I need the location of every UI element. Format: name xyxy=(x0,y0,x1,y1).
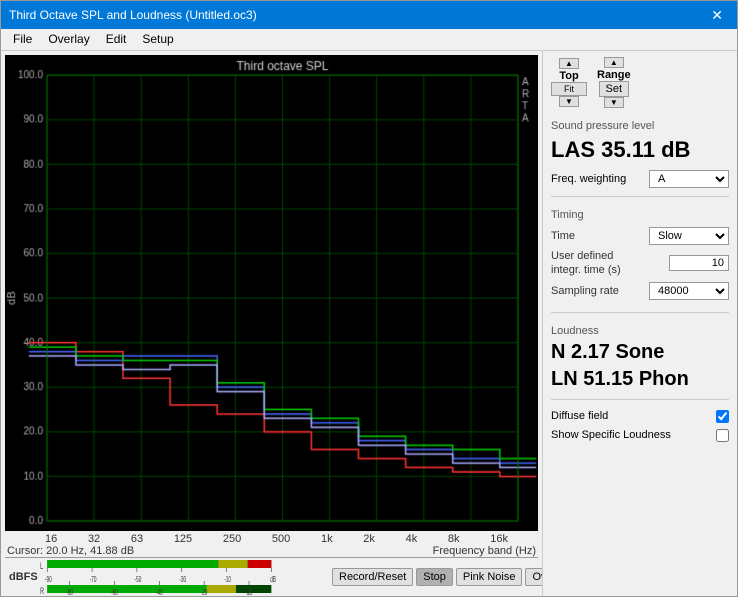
dbfs-svg: L -90 -70 xyxy=(39,558,328,596)
dbfs-bar: dBFS L xyxy=(5,557,538,595)
chart-status-bar: Cursor: 20.0 Hz, 41.88 dB Frequency band… xyxy=(5,545,538,557)
time-select[interactable]: Slow Fast Impulse xyxy=(649,227,729,245)
loudness-section-label: Loudness xyxy=(551,325,729,337)
svg-text:-20: -20 xyxy=(201,588,208,595)
svg-text:-70: -70 xyxy=(90,575,97,584)
freq-weighting-select[interactable]: A C Z xyxy=(649,170,729,188)
x-axis-labels: 16 32 63 125 250 500 1k 2k 4k 8k 16k xyxy=(5,533,538,545)
user-integ-row: User defined integr. time (s) xyxy=(551,249,729,278)
x-tick-16: 16 xyxy=(45,533,57,545)
diffuse-field-label: Diffuse field xyxy=(551,410,608,422)
user-integ-label: User defined integr. time (s) xyxy=(551,249,621,278)
top-up-button[interactable]: ▲ xyxy=(559,58,579,69)
svg-text:L: L xyxy=(40,560,43,571)
top-range-controls: ▲ Top Fit ▼ ▲ Range Set ▼ xyxy=(551,57,729,108)
svg-text:-80: -80 xyxy=(66,588,73,595)
x-tick-1k: 1k xyxy=(321,533,333,545)
freq-weighting-row: Freq. weighting A C Z xyxy=(551,170,729,188)
dbfs-scale: L -90 -70 xyxy=(39,558,328,596)
range-spin-buttons: ▲ xyxy=(604,57,624,68)
x-tick-16k: 16k xyxy=(490,533,508,545)
x-tick-32: 32 xyxy=(88,533,100,545)
menu-bar: File Overlay Edit Setup xyxy=(1,29,737,51)
menu-setup[interactable]: Setup xyxy=(134,31,181,48)
stop-button[interactable]: Stop xyxy=(416,568,453,586)
main-window: Third Octave SPL and Loudness (Untitled.… xyxy=(0,0,738,597)
title-bar: Third Octave SPL and Loudness (Untitled.… xyxy=(1,1,737,29)
time-row: Time Slow Fast Impulse xyxy=(551,227,729,245)
top-spin-buttons: ▲ xyxy=(559,58,579,69)
close-button[interactable]: ✕ xyxy=(705,7,729,24)
loudness-line1: N 2.17 Sone xyxy=(551,341,729,364)
svg-text:-50: -50 xyxy=(135,575,142,584)
divider-3 xyxy=(551,399,729,400)
show-specific-checkbox[interactable] xyxy=(716,429,729,442)
timing-section-label: Timing xyxy=(551,209,729,221)
svg-text:dB: dB xyxy=(270,575,276,584)
range-up-button[interactable]: ▲ xyxy=(604,57,624,68)
loudness-line2: LN 51.15 Phon xyxy=(551,368,729,391)
sampling-select[interactable]: 48000 44100 96000 xyxy=(649,282,729,300)
x-tick-8k: 8k xyxy=(448,533,460,545)
svg-text:-10: -10 xyxy=(224,575,231,584)
chart-canvas xyxy=(5,55,538,531)
spl-value: LAS 35.11 dB xyxy=(551,138,729,162)
menu-overlay[interactable]: Overlay xyxy=(40,31,97,48)
right-panel: ▲ Top Fit ▼ ▲ Range Set ▼ Sound pressure… xyxy=(542,51,737,596)
x-tick-250: 250 xyxy=(223,533,241,545)
svg-text:-60: -60 xyxy=(111,588,118,595)
diffuse-field-row: Diffuse field xyxy=(551,410,729,423)
x-axis-label: Frequency band (Hz) xyxy=(433,545,536,557)
menu-edit[interactable]: Edit xyxy=(98,31,135,48)
divider-1 xyxy=(551,196,729,197)
record-reset-button[interactable]: Record/Reset xyxy=(332,568,413,586)
diffuse-field-checkbox[interactable] xyxy=(716,410,729,423)
x-tick-125: 125 xyxy=(174,533,192,545)
menu-file[interactable]: File xyxy=(5,31,40,48)
fit-button[interactable]: Fit xyxy=(551,82,587,96)
x-tick-63: 63 xyxy=(131,533,143,545)
bottom-buttons: Record/Reset Stop Pink Noise Overlay B/W… xyxy=(328,566,538,588)
time-label: Time xyxy=(551,230,575,242)
set-button[interactable]: Set xyxy=(599,81,630,97)
main-content: 16 32 63 125 250 500 1k 2k 4k 8k 16k Cur… xyxy=(1,51,737,596)
top-down-button[interactable]: ▼ xyxy=(559,96,579,107)
timing-section: Time Slow Fast Impulse User defined inte… xyxy=(551,227,729,304)
chart-container xyxy=(5,55,538,531)
sampling-label: Sampling rate xyxy=(551,285,619,297)
dbfs-label: dBFS xyxy=(5,571,39,583)
svg-text:-40: -40 xyxy=(156,588,163,595)
svg-text:dB: dB xyxy=(247,588,253,595)
svg-text:-90: -90 xyxy=(45,575,52,584)
sampling-rate-row: Sampling rate 48000 44100 96000 xyxy=(551,282,729,300)
svg-text:R: R xyxy=(40,585,44,596)
x-tick-2k: 2k xyxy=(363,533,375,545)
range-group: ▲ Range Set ▼ xyxy=(597,57,631,108)
cursor-readout: Cursor: 20.0 Hz, 41.88 dB xyxy=(7,545,134,557)
range-down-button[interactable]: ▼ xyxy=(604,97,624,108)
svg-text:-30: -30 xyxy=(179,575,186,584)
show-specific-label: Show Specific Loudness xyxy=(551,429,671,441)
x-tick-4k: 4k xyxy=(406,533,418,545)
user-integ-input[interactable] xyxy=(669,255,729,271)
range-label: Range xyxy=(597,69,631,81)
chart-area: 16 32 63 125 250 500 1k 2k 4k 8k 16k Cur… xyxy=(1,51,542,596)
x-tick-500: 500 xyxy=(272,533,290,545)
window-title: Third Octave SPL and Loudness (Untitled.… xyxy=(9,8,257,22)
freq-weighting-label: Freq. weighting xyxy=(551,173,626,185)
top-label: Top xyxy=(559,70,578,82)
pink-noise-button[interactable]: Pink Noise xyxy=(456,568,523,586)
top-spin-group: ▲ Top Fit ▼ xyxy=(551,58,587,107)
spl-section-label: Sound pressure level xyxy=(551,120,729,132)
divider-2 xyxy=(551,312,729,313)
show-specific-row: Show Specific Loudness xyxy=(551,429,729,442)
